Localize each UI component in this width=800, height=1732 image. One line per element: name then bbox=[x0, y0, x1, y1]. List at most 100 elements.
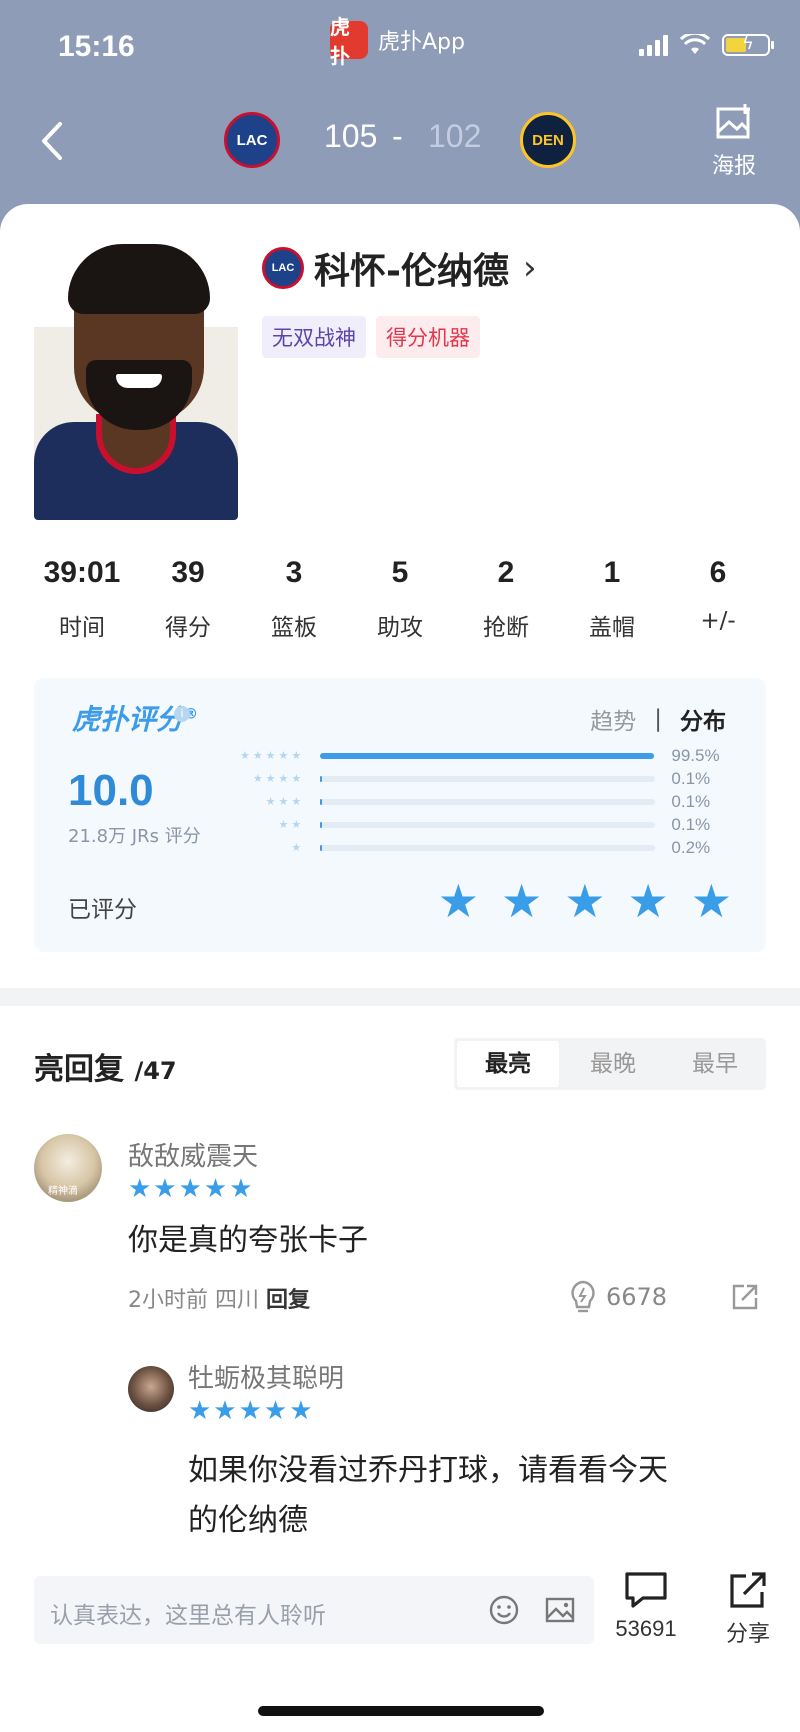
share-button[interactable]: 分享 bbox=[716, 1570, 780, 1648]
stat-plus-minus: 6 +/- bbox=[700, 556, 736, 634]
chevron-right-icon: › bbox=[522, 248, 537, 288]
player-tag: 得分机器 bbox=[376, 316, 480, 358]
distribution-row: ★★★★★ 99.5% bbox=[220, 744, 740, 767]
tab-distribution[interactable]: 分布 bbox=[680, 702, 726, 736]
distribution-bar bbox=[320, 798, 322, 805]
distribution-pct: 0.2% bbox=[671, 837, 711, 857]
stat-minutes: 39:01 时间 bbox=[43, 556, 121, 641]
tab-trend[interactable]: 趋势 bbox=[590, 702, 636, 736]
distribution-bar bbox=[320, 775, 322, 782]
star-icon[interactable]: ★ bbox=[691, 878, 732, 924]
tab-separator: | bbox=[654, 706, 662, 732]
replies-title: 亮回复 /47 bbox=[34, 1052, 177, 1087]
rating-panel: 虎扑评分® i 趋势 | 分布 10.0 21.8万 JRs 评分 ★★★★★ … bbox=[34, 678, 766, 952]
comment-rating-stars: ★★★★★ bbox=[128, 1174, 255, 1204]
star-level-icon: ★★★ bbox=[265, 795, 305, 808]
star-level-icon: ★★ bbox=[278, 818, 305, 831]
app-chip[interactable]: 虎扑 虎扑App bbox=[330, 15, 465, 68]
battery-icon: ϟ bbox=[722, 33, 774, 56]
like-button[interactable]: 6678 bbox=[568, 1280, 667, 1314]
score-separator: - bbox=[392, 118, 403, 154]
player-name: 科怀-伦纳德 bbox=[314, 251, 509, 292]
comment-username[interactable]: 牡蛎极其聪明 bbox=[188, 1358, 344, 1395]
star-icon[interactable]: ★ bbox=[628, 878, 669, 924]
comment-username[interactable]: 敌敌威震天 bbox=[128, 1136, 258, 1173]
distribution-row: ★★★★ 0.1% bbox=[220, 767, 740, 790]
star-icon[interactable]: ★ bbox=[501, 878, 542, 924]
info-icon[interactable]: i bbox=[174, 706, 190, 722]
back-arrow-icon[interactable] bbox=[34, 118, 70, 164]
sort-tab-latest[interactable]: 最晚 bbox=[562, 1038, 664, 1090]
distribution-bar bbox=[320, 821, 322, 828]
share-label: 分享 bbox=[725, 1621, 770, 1646]
sort-tab-brightest[interactable]: 最亮 bbox=[457, 1041, 559, 1087]
rating-tabs: 趋势 | 分布 bbox=[590, 702, 726, 736]
image-icon[interactable] bbox=[544, 1594, 576, 1626]
sort-tab-earliest[interactable]: 最早 bbox=[664, 1038, 766, 1090]
comments-count: 53691 bbox=[615, 1616, 677, 1641]
lightbulb-icon bbox=[571, 1280, 595, 1313]
distribution-bar bbox=[320, 844, 322, 851]
player-tags: 无双战神 得分机器 bbox=[262, 316, 480, 358]
distribution-row: ★★★ 0.1% bbox=[220, 790, 740, 813]
system-icons: ϟ bbox=[639, 33, 774, 56]
replies-count: /47 bbox=[134, 1057, 177, 1085]
star-level-icon: ★★★★★ bbox=[239, 749, 305, 762]
distribution-pct: 0.1% bbox=[671, 768, 711, 788]
comments-button[interactable]: 53691 bbox=[606, 1570, 686, 1642]
stat-rebounds: 3 篮板 bbox=[271, 556, 317, 641]
distribution-row: ★★ 0.1% bbox=[220, 813, 740, 836]
rating-distribution: ★★★★★ 99.5% ★★★★ 0.1% ★★★ 0.1% ★★ 0.1% ★… bbox=[220, 744, 740, 859]
like-count: 6678 bbox=[606, 1283, 668, 1311]
comment-text[interactable]: 你是真的夸张卡子 bbox=[128, 1216, 368, 1266]
app-logo: 虎扑 bbox=[330, 15, 368, 68]
reply-button[interactable]: 回复 bbox=[266, 1288, 310, 1313]
rating-score: 10.0 bbox=[68, 766, 154, 815]
comment-bubble-icon bbox=[625, 1572, 667, 1608]
avatar[interactable] bbox=[128, 1366, 174, 1412]
poster-button[interactable]: 海报 bbox=[704, 104, 764, 180]
distribution-pct: 0.1% bbox=[671, 791, 711, 811]
home-team-logo[interactable]: LAC bbox=[224, 112, 280, 168]
status-time: 15:16 bbox=[58, 30, 135, 63]
rated-label: 已评分 bbox=[68, 897, 137, 923]
player-team-logo: LAC bbox=[262, 247, 304, 289]
share-icon bbox=[730, 1572, 766, 1608]
stat-blocks: 1 盖帽 bbox=[589, 556, 635, 641]
comment-input-placeholder: 认真表达，这里总有人聆听 bbox=[50, 1603, 326, 1629]
distribution-pct: 99.5% bbox=[671, 745, 720, 765]
star-icon[interactable]: ★ bbox=[438, 878, 479, 924]
poster-label: 海报 bbox=[711, 154, 756, 179]
distribution-pct: 0.1% bbox=[671, 814, 711, 834]
star-icon[interactable]: ★ bbox=[564, 878, 605, 924]
comment-rating-stars: ★★★★★ bbox=[188, 1396, 315, 1426]
stat-steals: 2 抢断 bbox=[483, 556, 529, 641]
star-level-icon: ★ bbox=[291, 841, 305, 854]
user-rating-stars[interactable]: ★ ★ ★ ★ ★ bbox=[438, 878, 732, 924]
away-team-logo[interactable]: DEN bbox=[520, 112, 576, 168]
player-name-link[interactable]: LAC 科怀-伦纳德 › bbox=[262, 242, 537, 294]
stat-assists: 5 助攻 bbox=[377, 556, 423, 641]
stat-points: 39 得分 bbox=[165, 556, 211, 641]
player-tag: 无双战神 bbox=[262, 316, 366, 358]
share-comment-icon[interactable] bbox=[730, 1282, 760, 1312]
rating-count: 21.8万 JRs 评分 bbox=[68, 826, 201, 847]
home-score: 105 bbox=[324, 118, 378, 154]
comment-meta: 2小时前 四川 回复 bbox=[128, 1288, 311, 1313]
distribution-bar bbox=[320, 752, 654, 759]
player-photo[interactable] bbox=[34, 244, 238, 520]
comment-input[interactable]: 认真表达，这里总有人聆听 bbox=[34, 1576, 594, 1644]
wifi-icon bbox=[680, 34, 710, 54]
cellular-signal-icon bbox=[639, 34, 668, 56]
emoji-icon[interactable] bbox=[488, 1594, 520, 1626]
star-level-icon: ★★★★ bbox=[252, 772, 305, 785]
distribution-row: ★ 0.2% bbox=[220, 836, 740, 859]
sort-tabs: 最亮 最晚 最早 bbox=[454, 1038, 766, 1090]
player-stats: 39:01 时间 39 得分 3 篮板 5 助攻 2 抢断 1 盖帽 6 +/- bbox=[34, 556, 766, 642]
home-indicator[interactable] bbox=[258, 1706, 544, 1716]
avatar[interactable]: 精神滴 bbox=[34, 1134, 102, 1202]
away-score: 102 bbox=[428, 118, 482, 154]
app-name: 虎扑App bbox=[378, 30, 465, 55]
section-divider bbox=[0, 988, 800, 1006]
comment-text[interactable]: 如果你没看过乔丹打球，请看看今天 的伦纳德 bbox=[188, 1446, 668, 1546]
